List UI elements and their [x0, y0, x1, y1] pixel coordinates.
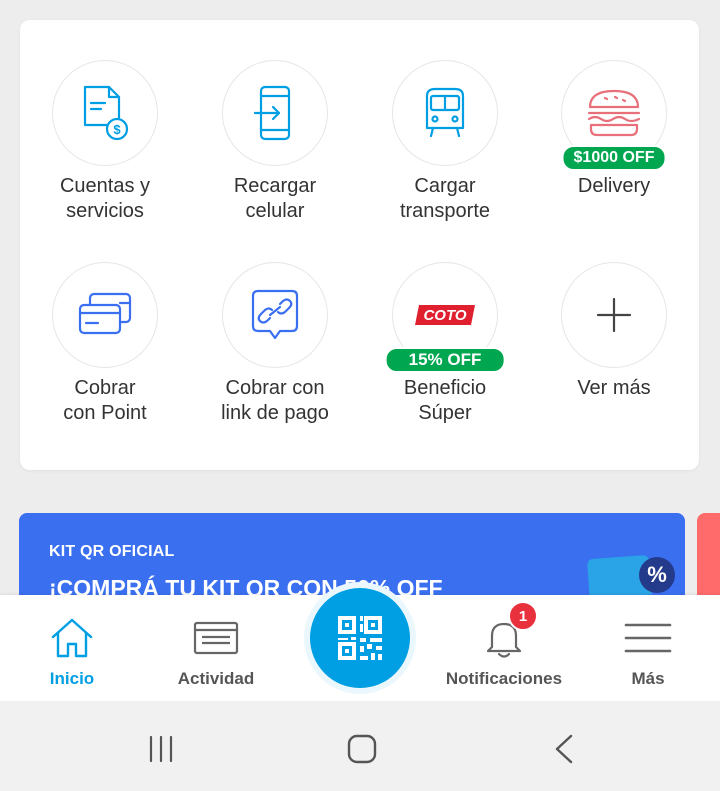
discount-badge: $1000 OFF	[561, 145, 667, 171]
tab-label: Notificaciones	[445, 669, 563, 688]
tab-label: Más	[631, 669, 665, 688]
bill-icon: $	[83, 85, 129, 141]
service-icon-circle: $	[52, 60, 158, 166]
service-cargar-transporte[interactable]: Cargar transporte	[360, 60, 530, 224]
service-icon-circle	[222, 262, 328, 368]
recent-apps-icon	[149, 735, 173, 763]
scan-qr-button[interactable]	[310, 588, 410, 688]
service-label: Recargar celular	[233, 175, 317, 222]
service-label: Beneficio Súper	[403, 377, 487, 424]
system-navigation-bar	[0, 701, 720, 791]
home-button[interactable]	[332, 729, 392, 769]
service-delivery[interactable]: $1000 OFF Delivery	[529, 60, 699, 199]
point-card-icon	[78, 292, 132, 335]
tab-notificaciones[interactable]: 1 Notificaciones	[432, 595, 576, 701]
tab-mas[interactable]: Más	[576, 595, 720, 701]
coto-logo: COTO	[415, 305, 475, 325]
bus-icon	[425, 87, 465, 138]
back-chevron-icon	[555, 734, 573, 764]
service-label: Cobrar con link de pago	[221, 377, 329, 424]
payment-link-icon	[251, 289, 299, 340]
tab-label: Actividad	[177, 669, 255, 688]
percent-badge: %	[639, 557, 675, 593]
tab-inicio[interactable]: Inicio	[0, 595, 144, 701]
services-grid: $ Cuentas y servicios Recargar celular C…	[20, 20, 699, 470]
services-card: $ Cuentas y servicios Recargar celular C…	[20, 20, 699, 470]
qr-button-halo	[304, 582, 416, 694]
service-icon-circle: $1000 OFF	[561, 60, 667, 171]
activity-icon	[193, 621, 239, 655]
tab-label: Inicio	[49, 669, 95, 688]
qr-code-icon	[338, 616, 382, 660]
service-icon-circle	[392, 60, 498, 166]
service-label: Ver más	[577, 377, 651, 399]
back-button[interactable]	[534, 729, 594, 769]
service-ver-mas[interactable]: Ver más	[529, 262, 699, 401]
svg-text:COTO: COTO	[423, 307, 466, 324]
service-label: Cobrar con Point	[63, 377, 147, 424]
service-beneficio-super[interactable]: COTO 15% OFF Beneficio Súper	[360, 262, 530, 426]
service-cuentas-y-servicios[interactable]: $ Cuentas y servicios	[20, 60, 190, 224]
discount-badge: 15% OFF	[384, 347, 506, 373]
promo-kicker: KIT QR OFICIAL	[49, 543, 175, 560]
tab-actividad[interactable]: Actividad	[144, 595, 288, 701]
service-recargar-celular[interactable]: Recargar celular	[190, 60, 360, 224]
service-label: Cuentas y servicios	[59, 175, 151, 222]
burger-icon	[587, 89, 641, 137]
svg-text:$: $	[113, 122, 121, 137]
service-label: Cargar transporte	[399, 175, 491, 222]
home-icon	[51, 618, 93, 658]
plus-icon	[596, 297, 632, 333]
phone-recharge-icon	[253, 85, 291, 141]
service-icon-circle	[52, 262, 158, 368]
recent-apps-button[interactable]	[131, 729, 191, 769]
service-icon-circle	[222, 60, 328, 166]
notification-count-badge: 1	[508, 601, 538, 631]
menu-icon	[624, 623, 672, 653]
service-icon-circle	[561, 262, 667, 368]
service-cobrar-con-point[interactable]: Cobrar con Point	[20, 262, 190, 426]
service-cobrar-con-link-de-pago[interactable]: Cobrar con link de pago	[190, 262, 360, 426]
service-icon-circle: COTO 15% OFF	[384, 262, 506, 373]
service-label: Delivery	[577, 175, 651, 197]
home-square-icon	[347, 734, 377, 764]
